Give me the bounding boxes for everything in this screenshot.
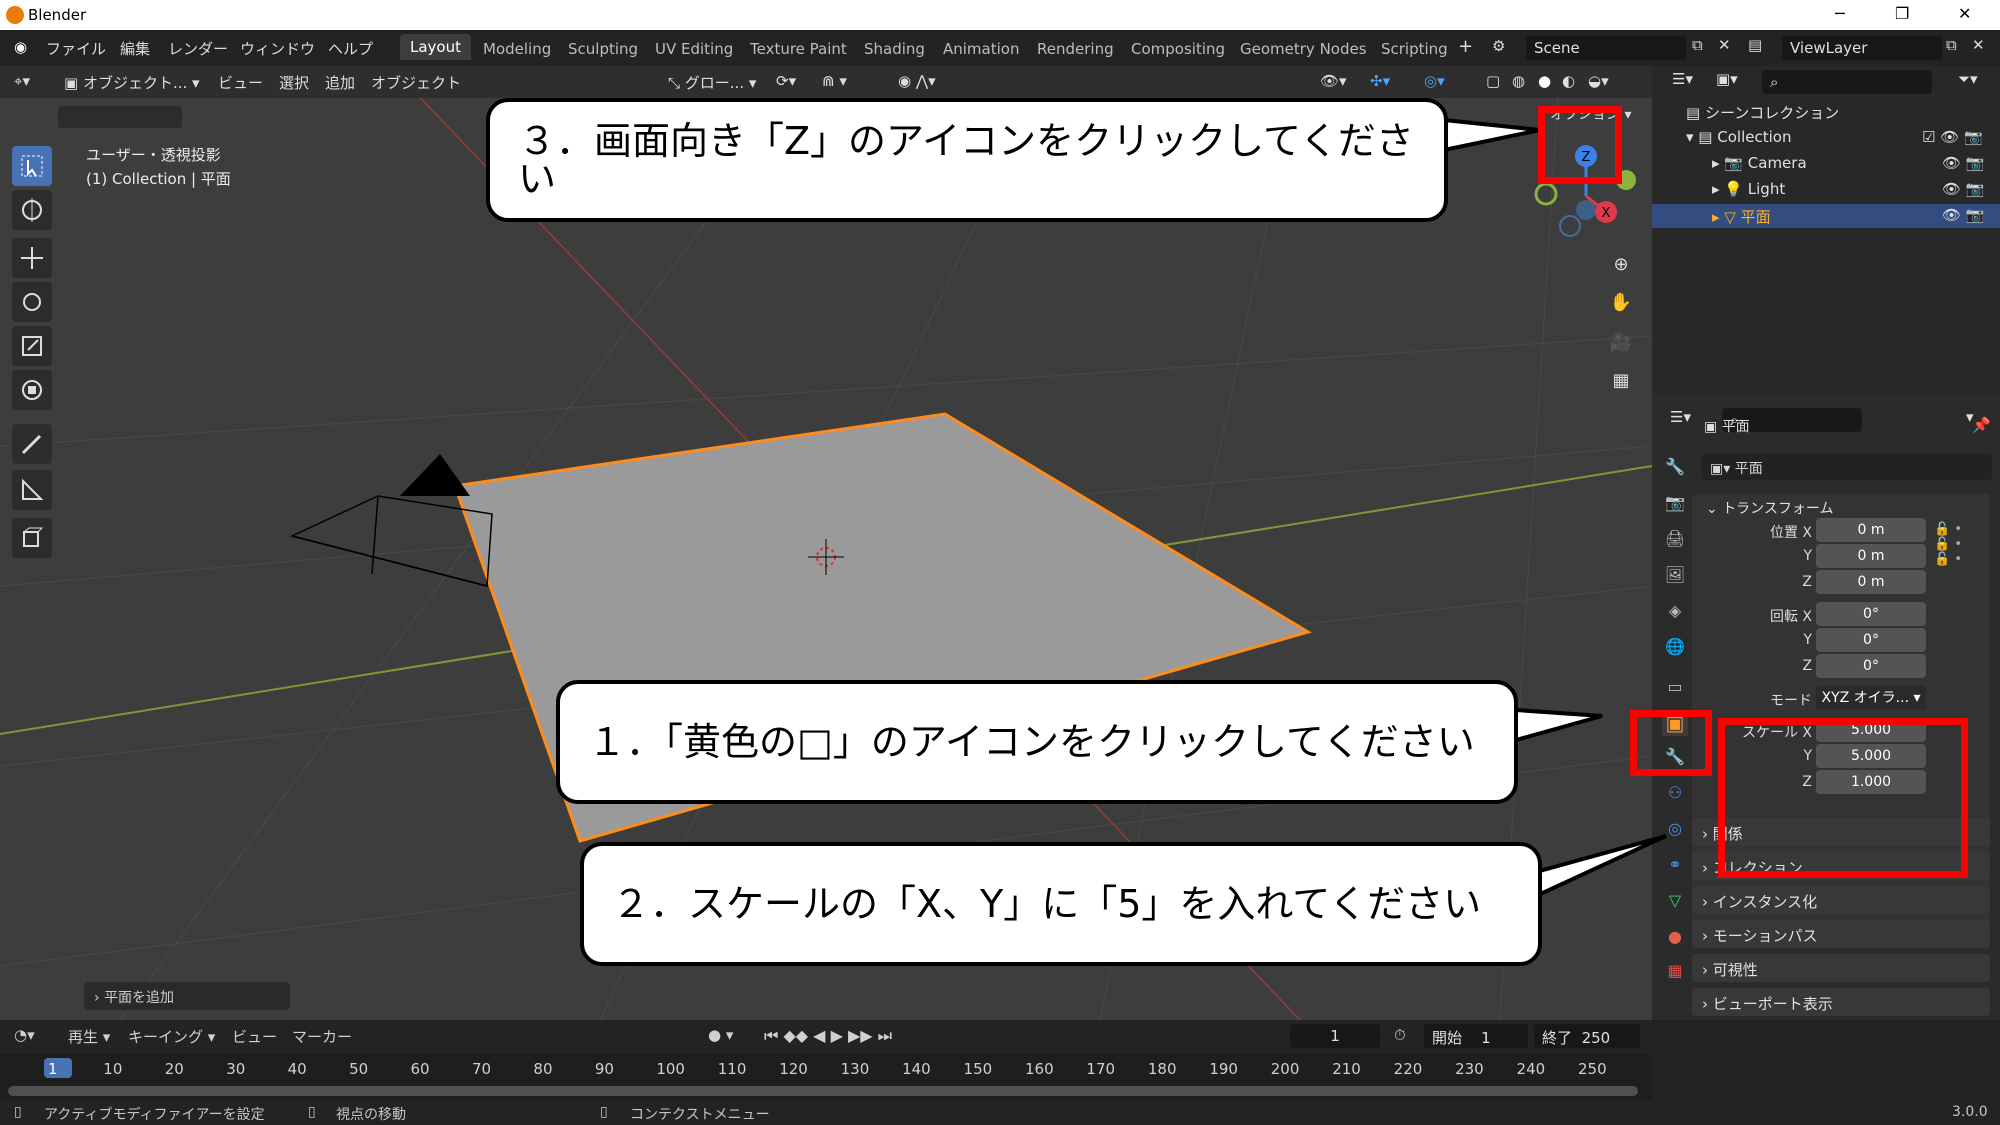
callout-step1-text: １．「黄色の□」のアイコンをクリックしてください	[588, 720, 1475, 764]
highlight-scale-fields	[1718, 718, 1968, 878]
callout-step3: ３．画面向き「Z」のアイコンをクリックしてください	[486, 98, 1448, 222]
callout-step3-text: ３．画面向き「Z」のアイコンをクリックしてください	[518, 119, 1414, 201]
callout-step1: １．「黄色の□」のアイコンをクリックしてください	[556, 680, 1518, 804]
highlight-gizmo-z	[1538, 106, 1622, 184]
callout-step2-text: ２．スケールの「X、Y」に「5」を入れてください	[612, 882, 1482, 926]
callout-step2: ２．スケールの「X、Y」に「5」を入れてください	[580, 842, 1542, 966]
highlight-object-tab	[1630, 710, 1712, 776]
